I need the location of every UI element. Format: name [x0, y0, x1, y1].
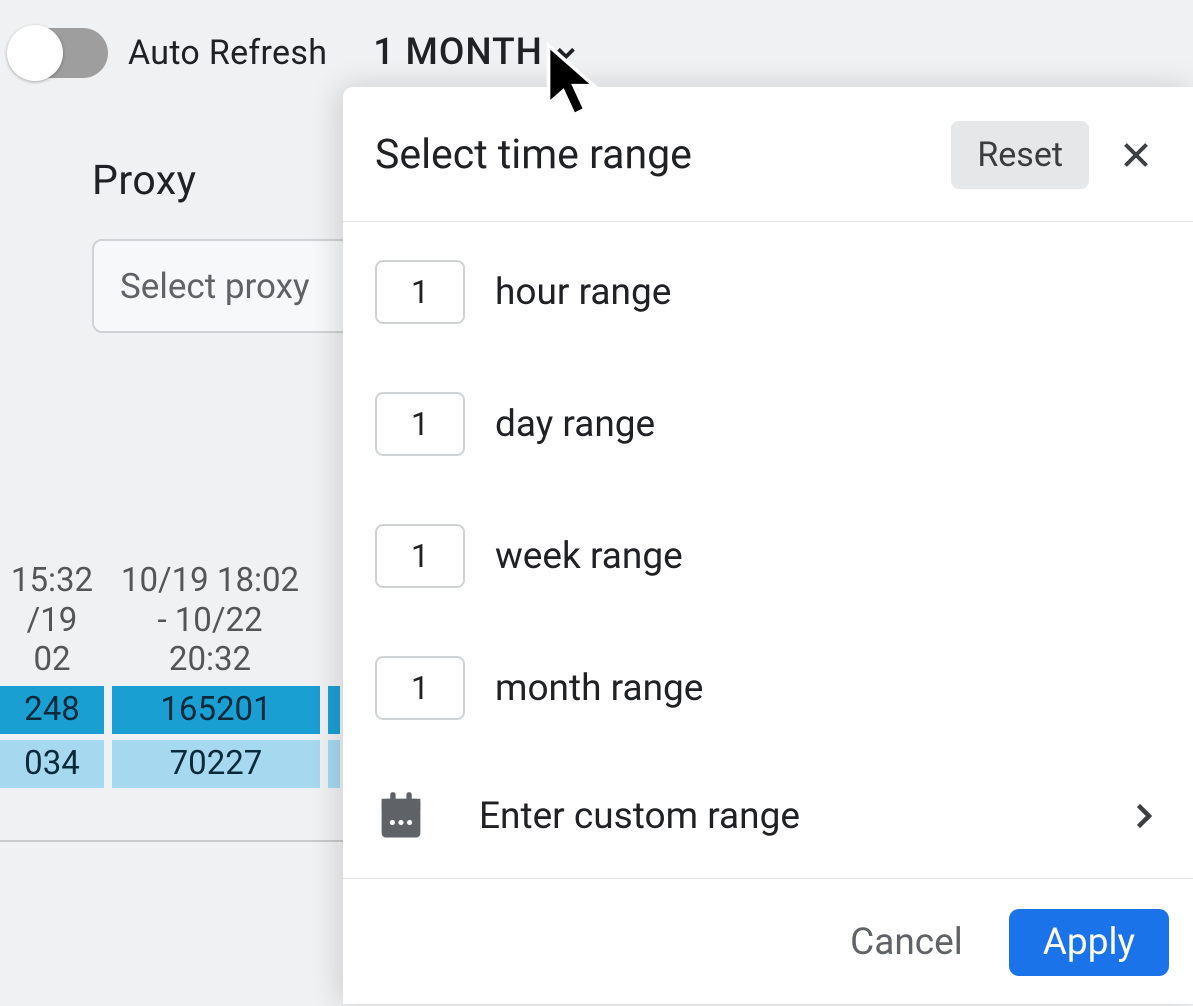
time-range-panel: Select time range Reset 1 hour range 1 d…	[343, 87, 1193, 1004]
table-cell: 248	[0, 686, 104, 734]
cancel-button[interactable]: Cancel	[850, 921, 963, 964]
week-range-input[interactable]: 1	[375, 524, 465, 588]
day-range-label: day range	[495, 403, 655, 446]
table-header: 15:32 /19 02	[0, 561, 104, 680]
proxy-select-placeholder: Select proxy	[120, 266, 310, 307]
week-range-row[interactable]: 1 week range	[375, 490, 1161, 622]
table-cell: 034	[0, 740, 104, 788]
panel-title: Select time range	[375, 131, 951, 179]
reset-button[interactable]: Reset	[951, 121, 1089, 189]
time-range-dropdown[interactable]: 1 MONTH	[373, 31, 581, 74]
panel-header: Select time range Reset	[343, 87, 1193, 222]
close-button[interactable]	[1111, 130, 1161, 180]
panel-body: 1 hour range 1 day range 1 week range 1 …	[343, 222, 1193, 878]
month-range-row[interactable]: 1 month range	[375, 622, 1161, 754]
apply-button[interactable]: Apply	[1009, 909, 1169, 976]
close-icon	[1118, 137, 1154, 173]
chevron-right-icon	[1125, 798, 1161, 834]
day-range-input[interactable]: 1	[375, 392, 465, 456]
toggle-knob	[7, 25, 63, 81]
custom-range-label: Enter custom range	[479, 795, 1073, 838]
panel-footer: Cancel Apply	[343, 878, 1193, 1006]
auto-refresh-label: Auto Refresh	[128, 33, 327, 73]
auto-refresh-toggle[interactable]	[10, 28, 108, 78]
table-cell: 165201	[112, 686, 320, 734]
hour-range-row[interactable]: 1 hour range	[375, 226, 1161, 358]
chevron-down-icon	[551, 38, 581, 68]
week-range-label: week range	[495, 535, 683, 578]
hour-range-input[interactable]: 1	[375, 260, 465, 324]
table-cell: 70227	[112, 740, 320, 788]
calendar-icon	[375, 788, 427, 844]
table-header: 10/19 18:02 - 10/22 20:32	[112, 561, 308, 680]
time-range-value: 1 MONTH	[373, 31, 543, 74]
custom-range-row[interactable]: Enter custom range	[375, 754, 1161, 878]
day-range-row[interactable]: 1 day range	[375, 358, 1161, 490]
month-range-label: month range	[495, 667, 703, 710]
table-cell	[328, 686, 340, 734]
divider	[0, 840, 345, 842]
hour-range-label: hour range	[495, 271, 671, 314]
month-range-input[interactable]: 1	[375, 656, 465, 720]
table-cell	[328, 740, 340, 788]
